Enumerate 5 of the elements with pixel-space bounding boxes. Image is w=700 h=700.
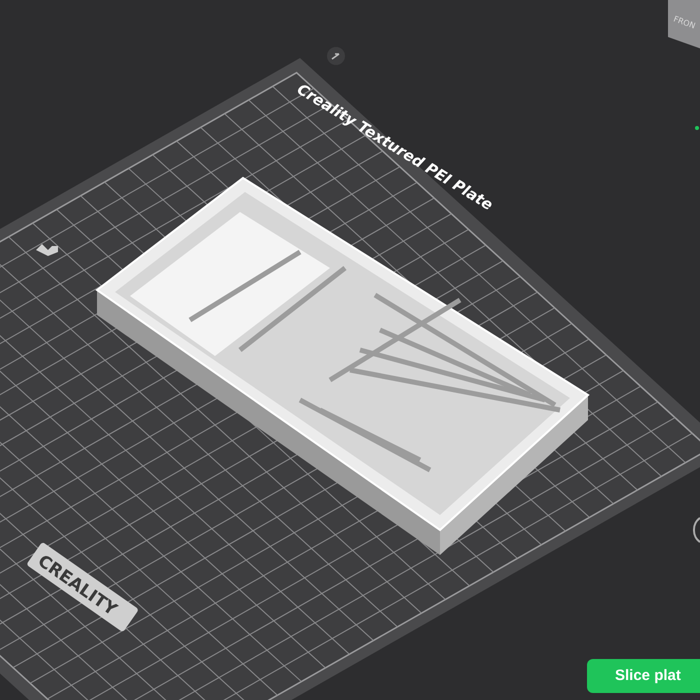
axis-dot-icon [695, 126, 699, 130]
slice-plate-button[interactable]: Slice plat [587, 659, 700, 693]
axis-marker-icon [36, 244, 58, 256]
gizmo-ring-icon[interactable] [693, 517, 700, 543]
view-cube-label: FRON [672, 14, 696, 31]
